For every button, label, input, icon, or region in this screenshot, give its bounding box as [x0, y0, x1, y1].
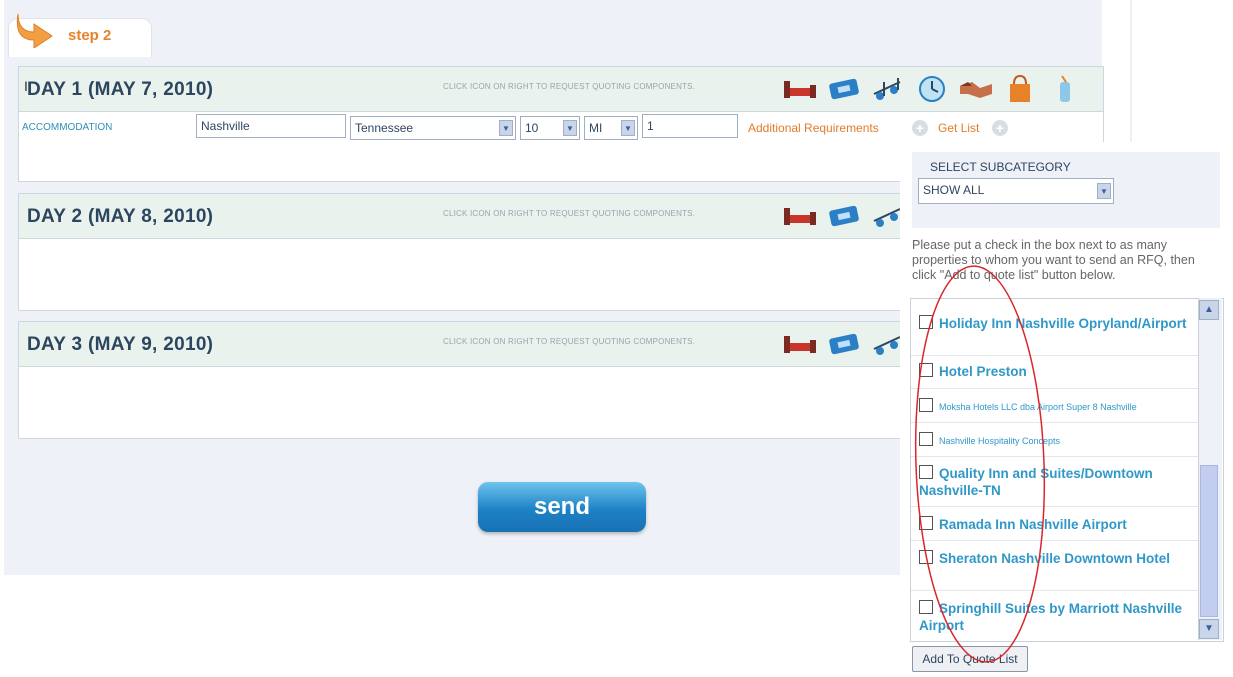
ticket-icon[interactable]: [825, 73, 863, 105]
chevron-down-icon: ▼: [563, 120, 577, 136]
state-value: Tennessee: [355, 121, 414, 135]
handshake-icon[interactable]: [957, 73, 995, 105]
clock-icon[interactable]: [913, 73, 951, 105]
chevron-down-icon: ▼: [621, 120, 635, 136]
get-list-link[interactable]: Get List: [938, 121, 979, 135]
text-cursor-icon: I: [24, 78, 28, 94]
day-title: DAY 3 (MAY 9, 2010): [27, 334, 214, 355]
unit-value: MI: [589, 121, 603, 135]
subcategory-select[interactable]: SHOW ALL ▼: [918, 178, 1114, 204]
day-title: DAY 2 (MAY 8, 2010): [27, 206, 214, 227]
component-icons: [781, 328, 907, 362]
subcategory-value: SHOW ALL: [923, 183, 985, 197]
shopping-bag-icon[interactable]: [1001, 73, 1039, 105]
day-header: DAY 1 (MAY 7, 2010) CLICK ICON ON RIGHT …: [19, 67, 1103, 112]
component-icons: [781, 200, 907, 234]
plus-icon[interactable]: +: [912, 120, 928, 136]
bed-icon[interactable]: [781, 73, 819, 105]
step-arrow-icon: [12, 10, 58, 53]
bed-icon[interactable]: [781, 328, 819, 360]
annotation-oval: [914, 265, 1046, 663]
day-hint: CLICK ICON ON RIGHT TO REQUEST QUOTING C…: [443, 82, 696, 91]
bed-icon[interactable]: [781, 200, 819, 232]
state-select[interactable]: Tennessee ▼: [350, 116, 516, 140]
quantity-input[interactable]: 1: [642, 114, 738, 138]
ticket-icon[interactable]: [825, 200, 863, 232]
music-icon[interactable]: [869, 73, 907, 105]
city-input[interactable]: Nashville: [196, 114, 346, 138]
additional-requirements-link[interactable]: Additional Requirements: [748, 121, 879, 135]
drink-icon[interactable]: [1045, 73, 1083, 105]
day-hint: CLICK ICON ON RIGHT TO REQUEST QUOTING C…: [443, 337, 696, 346]
unit-select[interactable]: MI ▼: [584, 116, 638, 140]
distance-value: 10: [525, 121, 539, 135]
chevron-down-icon: ▼: [1097, 183, 1111, 199]
chevron-down-icon: ▼: [499, 120, 513, 136]
step-label: step 2: [68, 27, 112, 44]
distance-select[interactable]: 10 ▼: [520, 116, 580, 140]
scroll-up-icon[interactable]: ▲: [1199, 300, 1219, 320]
plus-icon[interactable]: +: [992, 120, 1008, 136]
scroll-down-icon[interactable]: ▼: [1199, 619, 1219, 639]
day-hint: CLICK ICON ON RIGHT TO REQUEST QUOTING C…: [443, 209, 696, 218]
subcategory-label: SELECT SUBCATEGORY: [930, 160, 1071, 174]
ticket-icon[interactable]: [825, 328, 863, 360]
component-icons: [781, 73, 1083, 107]
send-button[interactable]: send: [478, 482, 646, 532]
accommodation-label: ACCOMMODATION: [22, 122, 113, 133]
day-title: DAY 1 (MAY 7, 2010): [27, 79, 214, 100]
scrollbar-thumb[interactable]: [1200, 465, 1218, 617]
